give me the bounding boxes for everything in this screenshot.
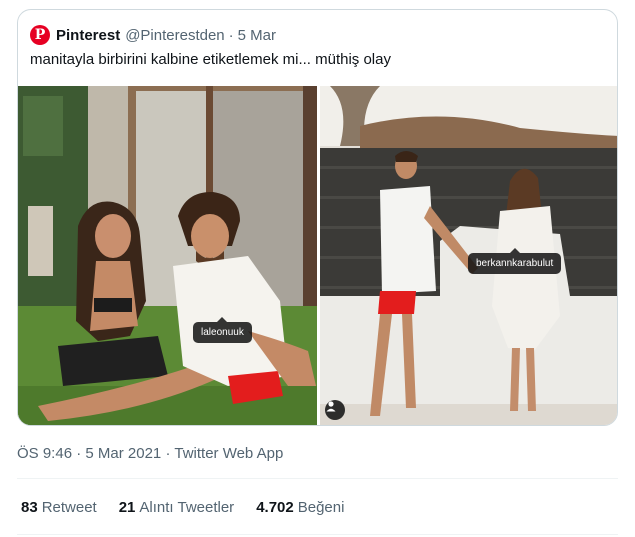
meta-separator-2: · [165,445,171,462]
quote-label: Alıntı Tweetler [139,499,235,516]
tweet-timestamp[interactable]: ÖS 9:46 · 5 Mar 2021 · Twitter Web App [17,445,283,462]
quoted-tweet-card[interactable]: P Pinterest @Pinterestden · 5 Mar manita… [17,9,618,426]
quoted-tweet-date[interactable]: 5 Mar [238,27,276,44]
photo-tag-right[interactable]: berkannkarabulut [468,248,562,274]
header-separator: · [228,26,234,44]
media-photo-left[interactable]: laleonuuk [18,86,317,425]
media-grid: laleonuuk berkannkarabulut [18,86,617,425]
tweet-date[interactable]: 5 Mar 2021 [85,445,161,462]
pinterest-logo-glyph: P [34,27,46,43]
retweet-stat[interactable]: 83 Retweet [21,499,97,516]
tweet-client[interactable]: Twitter Web App [174,445,283,462]
like-count: 4.702 [256,499,294,516]
divider-top [17,478,618,479]
meta-separator-1: · [76,445,82,462]
like-label: Beğeni [297,499,345,516]
tweet-stats: 83 Retweet 21 Alıntı Tweetler 4.702 Beğe… [21,499,366,516]
photo-tag-left[interactable]: laleonuuk [193,317,252,343]
quote-tweet-stat[interactable]: 21 Alıntı Tweetler [119,499,234,516]
person-glyph [326,401,336,412]
media-photo-right[interactable]: berkannkarabulut [320,86,617,425]
divider-bottom [17,534,618,535]
pinterest-logo-icon[interactable]: P [30,25,50,45]
like-stat[interactable]: 4.702 Beğeni [256,499,344,516]
quoted-tweet-header: P Pinterest @Pinterestden · 5 Mar [30,24,280,46]
retweet-label: Retweet [41,499,97,516]
retweet-count: 83 [21,499,38,516]
quoted-author-handle[interactable]: @Pinterestden [125,27,224,44]
tweet-time[interactable]: ÖS 9:46 [17,445,72,462]
couple-garden-photo [18,86,317,425]
quoted-author-name[interactable]: Pinterest [56,27,120,44]
person-tag-icon[interactable] [325,400,345,420]
quoted-tweet-text: manitayla birbirini kalbine etiketlemek … [30,51,391,68]
quote-count: 21 [118,499,136,516]
